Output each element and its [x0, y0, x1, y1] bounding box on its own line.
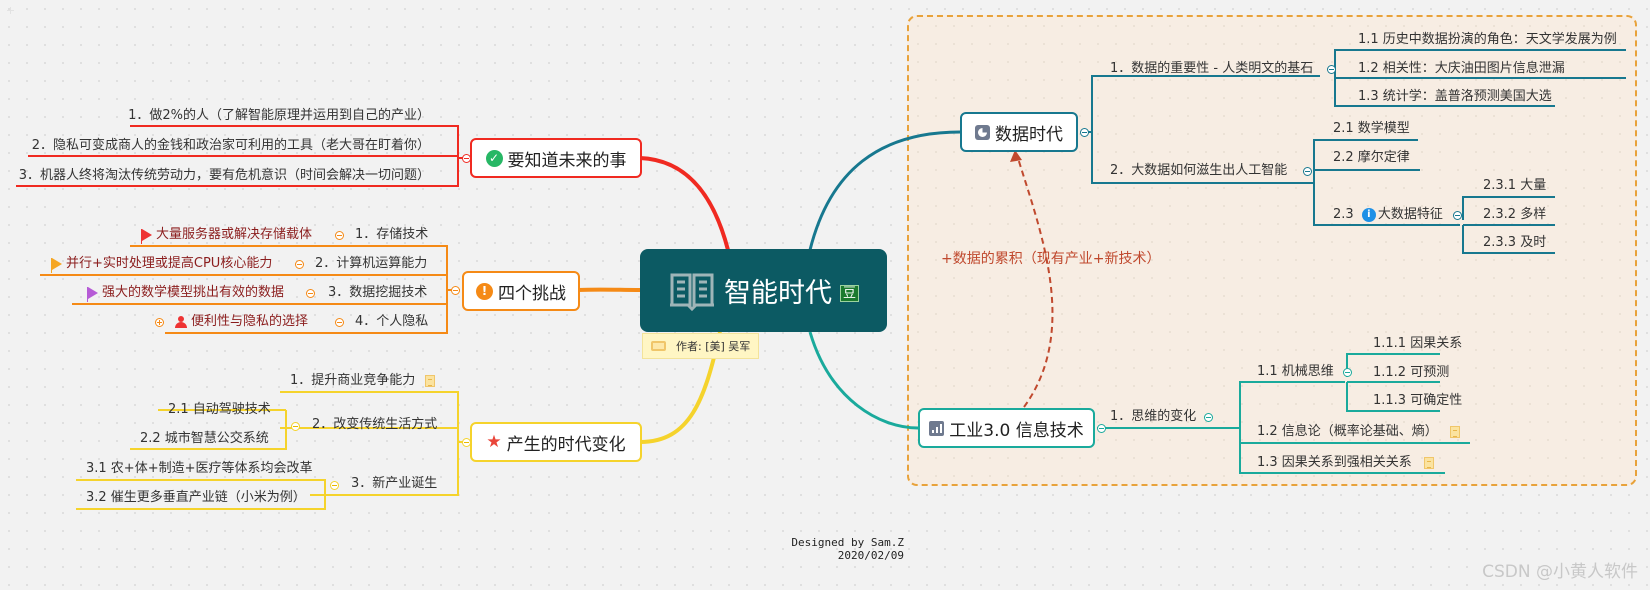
collapse-toggle-changes[interactable]	[462, 438, 471, 447]
change-2[interactable]: 2．改变传统生活方式	[312, 417, 437, 433]
collapse-toggle-challenge-1[interactable]	[335, 231, 344, 240]
topic-changes[interactable]: ★ 产生的时代变化	[470, 422, 642, 462]
topic-industry[interactable]: 工业3.0 信息技术	[918, 408, 1095, 448]
industry-item-1-1[interactable]: 1.1 机械思维	[1257, 364, 1334, 380]
industry-branch-1[interactable]: 1．思维的变化	[1110, 409, 1196, 425]
note-icon[interactable]	[1449, 425, 1460, 438]
challenge-4-child[interactable]: 便利性与隐私的选择	[175, 314, 308, 330]
challenge-4[interactable]: 4．个人隐私	[355, 314, 428, 330]
collapse-toggle-challenges[interactable]	[451, 286, 460, 295]
data-item-2-2[interactable]: 2.2 摩尔定律	[1333, 150, 1410, 166]
challenge-3[interactable]: 3．数据挖掘技术	[328, 285, 427, 301]
data-item-1-3[interactable]: 1.3 统计学：盖普洛预测美国大选	[1358, 89, 1552, 105]
change-2-2[interactable]: 2.2 城市智慧公交系统	[140, 431, 269, 447]
expand-toggle-challenge-4-child[interactable]	[155, 318, 164, 327]
check-circle-icon: ✓	[485, 149, 503, 167]
change-1[interactable]: 1．提升商业竞争能力	[290, 373, 436, 389]
exclamation-circle-icon: !	[476, 282, 493, 300]
design-date: 2020/02/09	[837, 549, 904, 562]
douban-badge: 豆	[839, 285, 859, 302]
data-item-1-1[interactable]: 1.1 历史中数据扮演的角色：天文学发展为例	[1358, 32, 1617, 48]
challenge-1-child[interactable]: 大量服务器或解决存储载体	[141, 227, 312, 244]
author-label: 作者: [美] 吴军	[642, 333, 759, 359]
book-icon	[669, 273, 714, 311]
orange-flag-icon	[51, 257, 62, 273]
challenge-2-child[interactable]: 并行+实时处理或提高CPU核心能力	[51, 256, 272, 273]
info-icon: i	[1361, 207, 1376, 222]
collapse-toggle-data-item-2-3[interactable]	[1453, 211, 1462, 220]
pie-chart-icon	[975, 124, 990, 140]
collapse-toggle-industry[interactable]	[1097, 424, 1106, 433]
purple-flag-icon	[87, 286, 98, 302]
collapse-toggle-data-branch-1[interactable]	[1327, 65, 1336, 74]
collapse-toggle-change-2[interactable]	[291, 422, 300, 431]
challenge-3-child[interactable]: 强大的数学模型挑出有效的数据	[87, 285, 284, 302]
mech-1[interactable]: 1.1.1 因果关系	[1373, 336, 1462, 352]
collapse-toggle-challenge-2[interactable]	[295, 260, 304, 269]
central-topic-title: 智能时代	[723, 278, 832, 309]
data-item-2-1[interactable]: 2.1 数学模型	[1333, 121, 1410, 137]
challenge-2[interactable]: 2．计算机运算能力	[315, 256, 427, 272]
topic-data-era[interactable]: 数据时代	[960, 112, 1078, 152]
mech-3[interactable]: 1.1.3 可确定性	[1373, 393, 1462, 409]
data-branch-1[interactable]: 1．数据的重要性 - 人类明文的基石	[1110, 61, 1313, 77]
collapse-toggle-change-3[interactable]	[330, 481, 339, 490]
change-3-1[interactable]: 3.1 农+体+制造+医疗等体系均会改革	[86, 461, 313, 477]
data-item-1-2[interactable]: 1.2 相关性：大庆油田图片信息泄漏	[1358, 61, 1565, 77]
feature-2[interactable]: 2.3.2 多样	[1483, 207, 1546, 223]
line-center-industry	[808, 331, 919, 430]
collapse-toggle-data-branch-2[interactable]	[1303, 167, 1312, 176]
star-icon: ★	[486, 432, 502, 452]
topic-future[interactable]: ✓ 要知道未来的事	[470, 138, 642, 178]
industry-item-1-2[interactable]: 1.2 信息论（概率论基础、熵）	[1257, 424, 1460, 440]
person-icon	[175, 315, 187, 328]
collapse-toggle-industry-item-1-1[interactable]	[1343, 368, 1352, 377]
mech-2[interactable]: 1.1.2 可预测	[1373, 365, 1449, 381]
collapse-toggle-industry-branch-1[interactable]	[1204, 413, 1213, 422]
collapse-toggle-challenge-4[interactable]	[335, 318, 344, 327]
relation-label[interactable]: +数据的累积（现有产业+新技术）	[941, 251, 1160, 267]
collapse-toggle-challenge-3[interactable]	[306, 289, 315, 298]
line-center-future	[639, 156, 730, 251]
change-2-1[interactable]: 2.1 自动驾驶技术	[168, 402, 271, 418]
collapse-toggle-future[interactable]	[462, 154, 471, 163]
relation-dashed-line	[1016, 154, 1054, 408]
future-item-2[interactable]: 2．隐私可变成商人的金钱和政治家可利用的工具（老大哥在盯着你）	[32, 138, 430, 154]
change-3[interactable]: 3．新产业诞生	[351, 476, 437, 492]
central-topic[interactable]: 智能时代 豆	[640, 249, 887, 332]
data-item-2-3[interactable]: 2.3 i 大数据特征	[1333, 207, 1443, 223]
future-item-3[interactable]: 3．机器人终将淘汰传统劳动力，要有危机意识（时间会解决一切问题）	[19, 168, 430, 184]
industry-item-1-3[interactable]: 1.3 因果关系到强相关关系	[1257, 455, 1434, 471]
feature-1[interactable]: 2.3.1 大量	[1483, 178, 1546, 194]
note-icon[interactable]	[425, 374, 436, 387]
bar-chart-icon	[929, 420, 945, 436]
note-icon[interactable]	[1423, 456, 1434, 469]
feature-3[interactable]: 2.3.3 及时	[1483, 235, 1546, 251]
future-item-1[interactable]: 1．做2%的人（了解智能原理并运用到自己的产业）	[128, 108, 430, 124]
watermark: CSDN @小黄人软件	[1482, 562, 1638, 582]
change-3-2[interactable]: 3.2 催生更多垂直产业链（小米为例）	[86, 490, 306, 506]
line-center-data	[808, 130, 961, 251]
data-branch-2[interactable]: 2．大数据如何滋生出人工智能	[1110, 163, 1287, 179]
collapse-toggle-data-era[interactable]	[1080, 128, 1089, 137]
topic-challenges[interactable]: ! 四个挑战	[462, 271, 580, 311]
label-icon	[651, 341, 666, 351]
footer-credits: Designed by Sam.Z 2020/02/09	[760, 536, 904, 562]
challenge-1[interactable]: 1．存储技术	[355, 227, 428, 243]
red-flag-icon	[141, 228, 152, 244]
designed-by: Designed by Sam.Z	[791, 536, 904, 549]
